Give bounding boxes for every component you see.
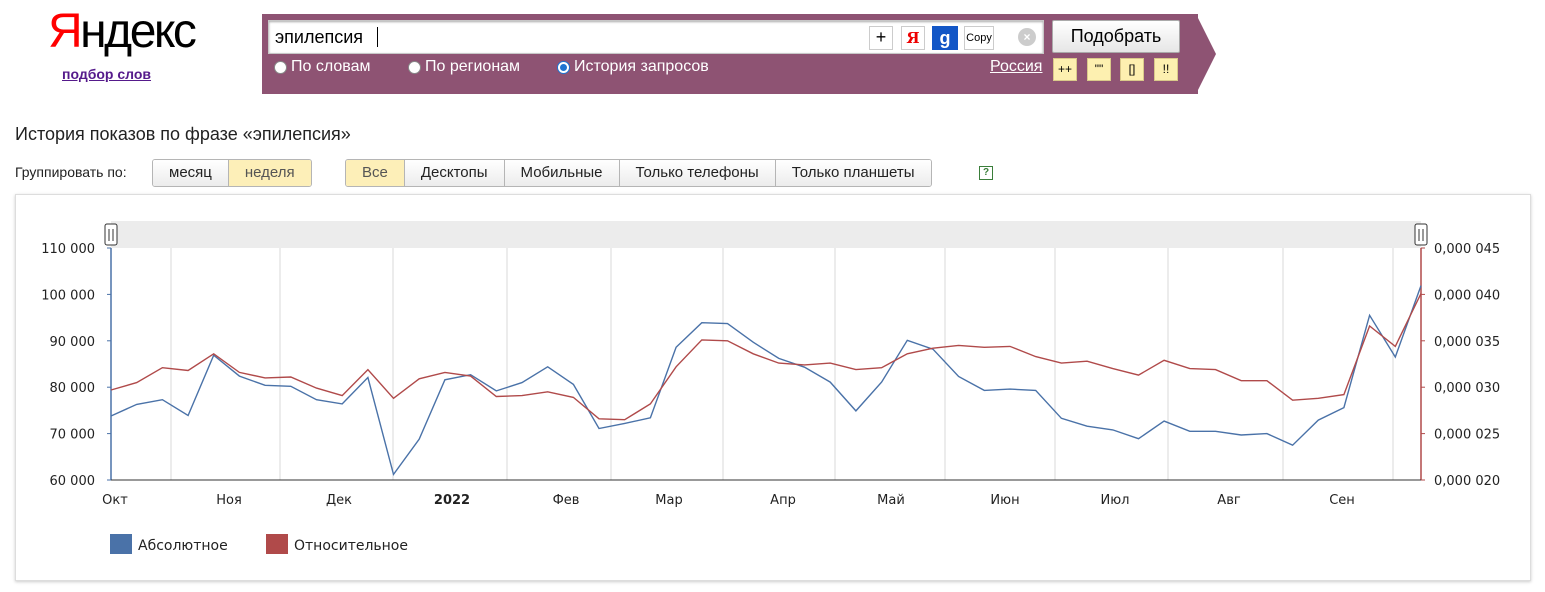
series-line-relative (110, 293, 1422, 421)
device-filter: Все Десктопы Мобильные Только телефоны Т… (345, 159, 932, 187)
range-handle-body[interactable] (104, 223, 118, 246)
x-tick-label: Июн (990, 493, 1019, 508)
right-tick-label: 0,000 025 (1434, 428, 1500, 443)
legend-swatch-absolute[interactable] (110, 534, 132, 554)
x-tick-label: Июл (1101, 493, 1130, 508)
legend-label[interactable]: Относительное (294, 538, 408, 554)
wordstat-link[interactable]: подбор слов (62, 66, 151, 82)
x-tick-label: Сен (1329, 493, 1355, 508)
search-input[interactable]: эпилепсия (268, 20, 1044, 54)
legend-label[interactable]: Абсолютное (138, 538, 228, 554)
add-word-button[interactable]: + (869, 26, 893, 50)
x-tick-label: Апр (770, 493, 796, 508)
yandex-logo[interactable]: Яндекс (48, 6, 197, 58)
group-week-button[interactable]: неделя (228, 160, 311, 186)
submit-button[interactable]: Подобрать (1052, 20, 1180, 53)
x-tick-label: Ноя (216, 493, 242, 508)
chart-card: Окт Ноя Дек 2022 Фев Мар Апр Май Июн Июл Авг Сен 110… (15, 194, 1531, 581)
help-icon[interactable]: ? (979, 166, 993, 180)
left-tick-label: 60 000 (50, 474, 96, 489)
region-link[interactable]: Россия (990, 58, 1042, 76)
copy-button[interactable]: Copy (964, 26, 994, 50)
search-panel-arrow (1196, 14, 1216, 94)
radio-circle-checked[interactable] (557, 60, 570, 74)
clear-icon[interactable]: × (1018, 28, 1036, 46)
device-all-button[interactable]: Все (346, 160, 405, 186)
google-search-icon[interactable]: g (932, 26, 958, 50)
radio-by-regions[interactable]: По регионам (408, 58, 520, 76)
series-line-absolute (110, 285, 1422, 476)
radio-by-words[interactable]: По словам (274, 58, 370, 76)
legend-swatch-relative[interactable] (266, 534, 288, 554)
range-handle-body[interactable] (1414, 223, 1428, 246)
device-mobile-button[interactable]: Мобильные (504, 160, 620, 186)
search-query: эпилепсия (275, 27, 364, 47)
x-tick-label: Авг (1217, 493, 1241, 508)
radio-circle[interactable] (408, 60, 421, 74)
x-tick-label: Дек (326, 493, 352, 508)
group-by-label: Группировать по: (15, 164, 127, 180)
radio-circle[interactable] (274, 60, 287, 74)
right-tick-label: 0,000 035 (1434, 335, 1500, 350)
x-tick-label: Фев (553, 493, 580, 508)
range-handle-right[interactable] (1414, 223, 1428, 246)
group-month-button[interactable]: месяц (153, 160, 229, 186)
operator-brackets-button[interactable]: [] (1120, 58, 1144, 81)
range-handle-left[interactable] (104, 223, 118, 246)
operator-plus-button[interactable]: ++ (1053, 58, 1077, 81)
text-caret (377, 27, 378, 47)
history-chart: Окт Ноя Дек 2022 Фев Мар Апр Май Июн Июл Авг Сен 110… (41, 221, 1500, 554)
radio-history[interactable]: История запросов (557, 58, 709, 76)
device-tablets-button[interactable]: Только планшеты (775, 160, 931, 186)
operator-quotes-button[interactable]: "" (1087, 58, 1111, 81)
left-tick-label: 70 000 (50, 428, 96, 443)
right-tick-label: 0,000 045 (1434, 242, 1500, 257)
x-tick-label: Мар (655, 493, 682, 508)
x-tick-label: Окт (102, 493, 128, 508)
device-desktops-button[interactable]: Десктопы (404, 160, 505, 186)
right-tick-label: 0,000 030 (1434, 381, 1500, 396)
right-tick-label: 0,000 020 (1434, 474, 1500, 489)
left-tick-label: 110 000 (41, 242, 95, 257)
right-tick-label: 0,000 040 (1434, 288, 1500, 303)
yandex-search-icon[interactable]: Я (901, 26, 925, 50)
page-title: История показов по фразе «эпилепсия» (15, 124, 351, 144)
group-by-toggle: месяц неделя (152, 159, 312, 187)
range-selector-band[interactable] (111, 221, 1421, 248)
operator-exclamation-button[interactable]: !! (1154, 58, 1178, 81)
x-tick-label: 2022 (434, 493, 470, 508)
left-tick-label: 90 000 (50, 335, 96, 350)
x-tick-label: Май (877, 493, 905, 508)
left-tick-label: 80 000 (50, 381, 96, 396)
left-tick-label: 100 000 (41, 288, 95, 303)
device-phones-button[interactable]: Только телефоны (619, 160, 776, 186)
